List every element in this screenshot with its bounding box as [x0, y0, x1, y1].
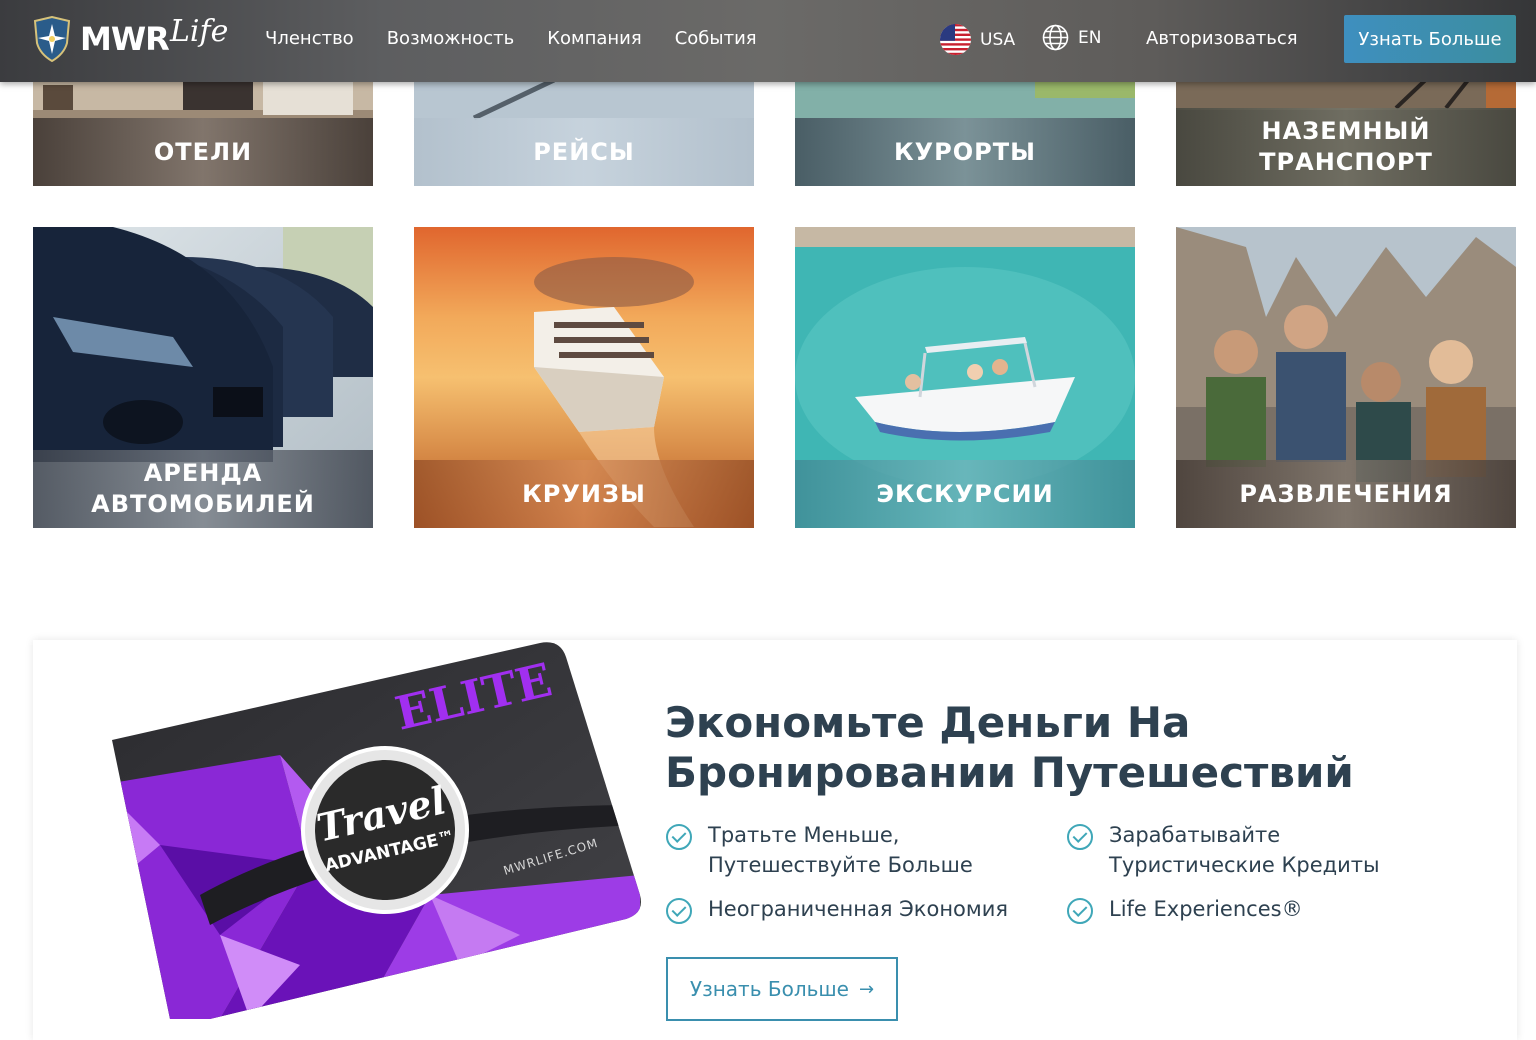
us-flag-icon [940, 24, 971, 55]
country-selector[interactable]: USA [940, 24, 1015, 55]
nav-opportunity[interactable]: Возможность [387, 28, 515, 49]
logo-script: Life [170, 14, 229, 49]
check-circle-icon [666, 898, 692, 924]
logo-wordmark: MWR [80, 20, 170, 58]
nav-events[interactable]: События [675, 28, 757, 49]
feature-item: Зарабатывайте Туристические Кредиты [1067, 820, 1380, 880]
check-circle-icon [666, 824, 692, 850]
feature-text: Life Experiences® [1109, 897, 1303, 921]
learn-more-label: Узнать Больше [689, 977, 849, 1001]
feature-text: Неограниченная Экономия [708, 897, 1009, 921]
tile-label: КРУИЗЫ [414, 460, 754, 528]
nav-company[interactable]: Компания [547, 28, 641, 49]
tile-label: АРЕНДА АВТОМОБИЛЕЙ [33, 450, 373, 528]
nav-membership[interactable]: Членство [265, 28, 354, 49]
site-header: MWR Life Членство Возможность Компания С… [0, 0, 1536, 82]
arrow-right-icon: → [859, 978, 875, 1000]
tile-label: РАЗВЛЕЧЕНИЯ [1176, 460, 1516, 528]
category-tile-car-rental[interactable]: АРЕНДА АВТОМОБИЛЕЙ [33, 227, 373, 528]
feature-item: Неограниченная Экономия [666, 894, 1008, 924]
learn-more-header-button[interactable]: Узнать Больше [1344, 15, 1516, 63]
check-circle-icon [1067, 824, 1093, 850]
main-nav: Членство Возможность Компания События [265, 28, 790, 49]
category-tile-cruises[interactable]: КРУИЗЫ [414, 227, 754, 528]
check-circle-icon [1067, 898, 1093, 924]
globe-icon [1042, 24, 1069, 51]
tile-label: ОТЕЛИ [33, 118, 373, 186]
feature-item: Тратьте Меньше, Путешествуйте Больше [666, 820, 973, 880]
tile-label: КУРОРТЫ [795, 118, 1135, 186]
membership-card-image: ELITE Travel ADVANTAGE™ MWRLIFE.COM [100, 635, 660, 1019]
tile-label: НАЗЕМНЫЙ ТРАНСПОРТ [1176, 108, 1516, 186]
country-label: USA [980, 29, 1016, 50]
login-link[interactable]: Авторизоваться [1146, 28, 1298, 49]
learn-more-promo-button[interactable]: Узнать Больше → [666, 957, 898, 1021]
language-selector[interactable]: EN [1042, 24, 1101, 51]
tile-label: ЭКСКУРСИИ [795, 460, 1135, 528]
language-label: EN [1078, 27, 1102, 48]
site-logo[interactable]: MWR Life [32, 14, 232, 64]
feature-text: Тратьте Меньше, Путешествуйте Больше [708, 823, 973, 877]
feature-text: Зарабатывайте Туристические Кредиты [1109, 823, 1380, 877]
shield-logo-icon [33, 16, 71, 62]
tile-label: РЕЙСЫ [414, 118, 754, 186]
category-tile-excursions[interactable]: ЭКСКУРСИИ [795, 227, 1135, 528]
category-tile-entertainment[interactable]: РАЗВЛЕЧЕНИЯ [1176, 227, 1516, 528]
feature-item: Life Experiences® [1067, 894, 1303, 924]
promo-title: Экономьте Деньги На Бронировании Путешес… [665, 698, 1354, 797]
